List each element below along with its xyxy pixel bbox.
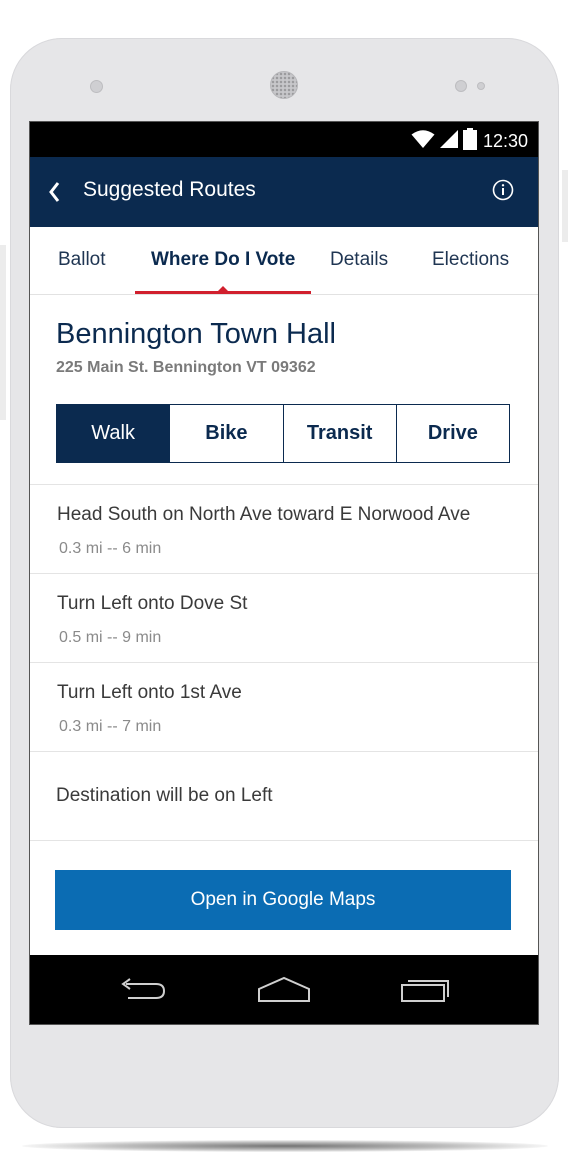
divider: [30, 840, 538, 841]
polling-place-address: 225 Main St. Bennington VT 09362: [56, 359, 316, 376]
polling-place-name: Bennington Town Hall: [56, 318, 336, 350]
status-clock: 12:30: [482, 131, 528, 151]
tab-details[interactable]: Details: [330, 249, 388, 271]
status-icons: 12:30: [411, 128, 528, 155]
step-instruction: Turn Left onto Dove St: [57, 593, 248, 614]
phone-screen: 12:30 Suggested Routes Ballot Where Do I…: [29, 121, 539, 1025]
divider: [30, 751, 538, 752]
front-camera: [90, 80, 103, 93]
mode-transit-button[interactable]: Transit: [282, 405, 396, 462]
wifi-icon: [411, 129, 435, 154]
step-instruction: Head South on North Ave toward E Norwood…: [57, 504, 471, 525]
background-panel-left: [0, 245, 6, 420]
step-distance-time: 0.5 mi -- 9 min: [59, 629, 162, 646]
light-sensor: [477, 82, 485, 90]
tab-where-do-i-vote[interactable]: Where Do I Vote: [151, 249, 295, 271]
divider: [30, 484, 538, 485]
divider: [30, 573, 538, 574]
proximity-sensor: [455, 80, 467, 92]
step-instruction: Turn Left onto 1st Ave: [57, 682, 242, 703]
battery-icon: [462, 128, 477, 155]
open-in-google-maps-button[interactable]: Open in Google Maps: [55, 870, 511, 930]
tab-ballot[interactable]: Ballot: [58, 249, 106, 271]
mode-bike-button[interactable]: Bike: [169, 405, 282, 462]
tab-active-indicator: [135, 291, 311, 294]
page-title: Suggested Routes: [83, 178, 256, 201]
recents-nav-icon[interactable]: [400, 975, 452, 1010]
step-instruction: Destination will be on Left: [56, 785, 273, 806]
mode-drive-button[interactable]: Drive: [395, 405, 509, 462]
app-bar: Suggested Routes: [30, 157, 538, 227]
phone-shadow: [22, 1140, 548, 1152]
back-nav-icon[interactable]: [118, 975, 168, 1010]
status-bar: 12:30: [30, 122, 538, 157]
home-nav-icon[interactable]: [257, 975, 311, 1010]
tab-bar: Ballot Where Do I Vote Details Elections: [30, 227, 538, 295]
step-distance-time: 0.3 mi -- 6 min: [59, 540, 162, 557]
signal-icon: [439, 129, 459, 154]
step-distance-time: 0.3 mi -- 7 min: [59, 718, 162, 735]
tab-elections[interactable]: Elections: [432, 249, 509, 271]
system-nav-bar: [30, 955, 538, 1024]
info-icon[interactable]: [492, 179, 514, 201]
earpiece-speaker: [270, 71, 298, 99]
divider: [30, 662, 538, 663]
mode-walk-button[interactable]: Walk: [57, 405, 170, 462]
chevron-left-icon[interactable]: [44, 177, 68, 207]
background-panel-right: [562, 170, 568, 242]
travel-mode-selector: Walk Bike Transit Drive: [56, 404, 510, 463]
